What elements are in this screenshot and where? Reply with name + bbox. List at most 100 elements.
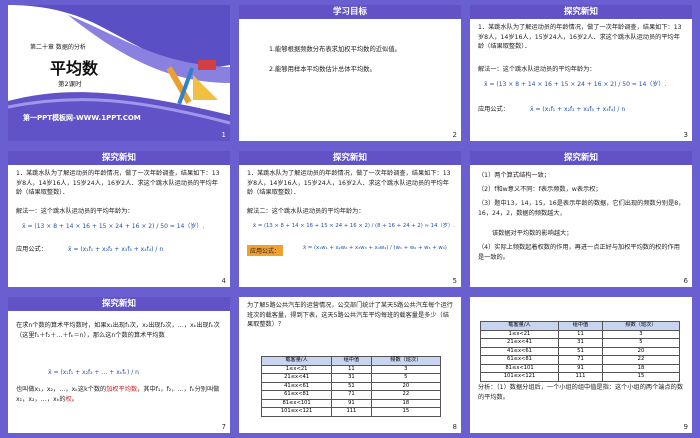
table-cell: 3 [370,364,442,374]
table-cell: 51 [558,346,603,356]
header-text: 学习目标 [332,7,367,17]
slide-number: 6 [683,277,688,285]
table-cell: 20 [370,381,442,391]
table-cell: 31 [331,373,372,383]
formula-2: x̄ = (x₁f₁ + x₂f₂ + x₃f₃ + x₄f₄) / n [68,246,164,253]
table-cell: 91 [331,398,372,408]
table-cell: 61≤x<81 [479,355,560,365]
bus-load-table: 载客量/人 组中值 频数（班次） 1≤x<21 11 3 21≤x<41 31 5 41… [479,321,681,382]
weighted-formula: x̄ = (x₁f₁ + x₂f₂ + … + xₖfₖ) / n [48,369,139,376]
table-cell: 51 [331,381,372,391]
table-row: 1≤x<21 11 3 [260,364,442,374]
table-cell: 111 [331,407,372,417]
table-cell: 41≤x<61 [260,381,333,391]
table-cell: 71 [558,355,603,365]
header-text: 探究新知 [101,299,136,309]
table-cell: 15 [601,372,681,382]
slide-number: 7 [221,423,226,431]
table-row: 41≤x<61 51 20 [479,346,681,356]
slide-number: 9 [683,423,688,431]
point-1: （1）两个算式结构一致； [478,172,550,179]
formula-2: x̄ = (x₁f₁ + x₂f₂ + x₃f₃ + x₄f₄) / n [530,106,626,113]
table-row: 41≤x<61 51 20 [260,381,442,391]
slide-number: 1 [221,131,226,139]
table-row: 61≤x<81 71 22 [479,355,681,365]
table-cell: 3 [601,329,681,339]
table-row: 21≤x<41 31 5 [260,373,442,383]
text-part: 也叫做x₁，x₂，…，xₖ这k个数的 [16,386,107,393]
table-row: 1≤x<21 11 3 [479,329,681,339]
solution-label: 解法二：这个跳水队运动员的平均年龄为： [247,208,365,215]
slide-8[interactable]: 为了解5路公共汽车的运营情况，公交部门统计了某天5路公共汽车每个运行班次的载客量… [239,297,461,433]
table-cell: 101≤x<121 [479,372,560,382]
header-text: 探究新知 [563,7,598,17]
slide-number: 5 [452,277,457,285]
text-part: 。 [71,395,78,403]
apply-label: 应用公式： [16,246,47,253]
table-cell: 20 [601,346,681,356]
table-header-row: 载客量/人 组中值 频数（班次） [479,321,681,331]
slide-1[interactable]: 第二十章 数据的分析 平均数 第2课时 第一PPT模板网-WWW.1PPT.CO… [8,5,230,141]
point-4: （4）实际上频数起着权数的作用，再进一点正好与加权平均数的权的作用是一致的。 [478,244,680,261]
apply-label-box: 应用公式： [247,245,284,256]
table-row: 21≤x<41 31 5 [479,338,681,348]
table-cell: 101≤x<121 [260,407,333,417]
table-cell: 5 [370,373,442,383]
table-row: 81≤x<101 91 18 [479,363,681,373]
table-row: 61≤x<81 71 22 [260,390,442,400]
table-cell: 91 [558,363,603,373]
table-row: 101≤x<121 111 15 [479,372,681,382]
slide-9[interactable]: 载客量/人 组中值 频数（班次） 1≤x<21 11 3 21≤x<41 31 5 41… [470,297,692,433]
column-header: 频数（班次） [370,356,442,366]
slide-4[interactable]: 探究新知 1．某跳水队为了解运动员的年龄情况，做了一次年龄调查，结果如下：13岁… [8,151,230,287]
slide-title: 平均数 [50,59,99,78]
slide-7[interactable]: 探究新知 在求n个数的算术平均数时，如果x₁出现f₁次，x₂出现f₂次，…，xₖ… [8,297,230,433]
header-text: 探究新知 [563,153,598,163]
solution-label: 解法一：这个跳水队运动员的平均年龄为： [478,66,596,73]
table-cell: 11 [558,329,603,339]
definition-text: 在求n个数的算术平均数时，如果x₁出现f₁次，x₂出现f₂次，…，xₖ出现fₖ次… [16,322,220,339]
column-header: 频数（班次） [601,321,681,331]
problem-text: 1．某跳水队为了解运动员的年龄情况，做了一次年龄调查，结果如下：13岁8人，14… [16,170,220,197]
slide-2[interactable]: 学习目标 1.能够根据频数分布表求加权平均数的近似值。 2.能够用样本平均数估计… [239,5,461,141]
point-3-cont: 该数据对平均数的影响越大； [492,230,573,237]
table-cell: 81≤x<101 [479,363,560,373]
table-cell: 21≤x<41 [260,373,333,383]
table-cell: 15 [370,407,442,417]
formula-1: x̄ = (13 × 8 + 14 × 16 + 15 × 24 + 16 × … [22,223,205,230]
slide-number: 8 [452,423,457,431]
column-header: 载客量/人 [479,321,560,331]
slide-number: 4 [221,277,226,285]
column-header: 组中值 [331,356,372,366]
point-3: （3）题中13，14，15，16是表示年龄的数据，它们出现的频数分别是8，16，… [478,200,685,217]
table-cell: 1≤x<21 [260,364,333,374]
slide-number: 2 [452,131,457,139]
slide-header: 探究新知 [239,151,461,165]
problem-text: 为了解5路公共汽车的运营情况，公交部门统计了某天5路公共汽车每个运行班次的载客量… [247,302,453,329]
chapter-label: 第二十章 数据的分析 [30,44,86,51]
table-cell: 18 [370,398,442,408]
table-cell: 61≤x<81 [260,390,333,400]
header-text: 探究新知 [101,153,136,163]
table-cell: 5 [601,338,681,348]
slide-header: 探究新知 [8,297,230,311]
slide-header: 学习目标 [239,5,461,19]
table-cell: 18 [601,363,681,373]
goal-1: 1.能够根据频数分布表求加权平均数的近似值。 [269,46,401,53]
table-cell: 22 [601,355,681,365]
problem-text: 1．某跳水队为了解运动员的年龄情况，做了一次年龄调查，结果如下：13岁8人，14… [247,170,451,197]
slide-6[interactable]: 探究新知 （1）两个算式结构一致； （2）f和w意义不同：f表示频数，w表示权；… [470,151,692,287]
table-cell: 22 [370,390,442,400]
table-cell: 11 [331,364,372,374]
table-cell: 31 [558,338,603,348]
footer-text: 第一PPT模板网-WWW.1PPT.COM [23,114,141,122]
table-cell: 1≤x<21 [479,329,560,339]
analysis-text: 分析：（1）数据分组后，一个小组的组中值是指：这个小组的两个端点的数的平均数。 [478,384,684,401]
slide-header: 探究新知 [8,151,230,165]
slide-3[interactable]: 探究新知 1．某跳水队为了解运动员的年龄情况，做了一次年龄调查，结果如下：13岁… [470,5,692,141]
column-header: 组中值 [558,321,603,331]
table-cell: 71 [331,390,372,400]
table-row: 81≤x<101 91 18 [260,398,442,408]
point-2: （2）f和w意义不同：f表示频数，w表示权； [478,186,602,193]
slide-5[interactable]: 探究新知 1．某跳水队为了解运动员的年龄情况，做了一次年龄调查，结果如下：13岁… [239,151,461,287]
